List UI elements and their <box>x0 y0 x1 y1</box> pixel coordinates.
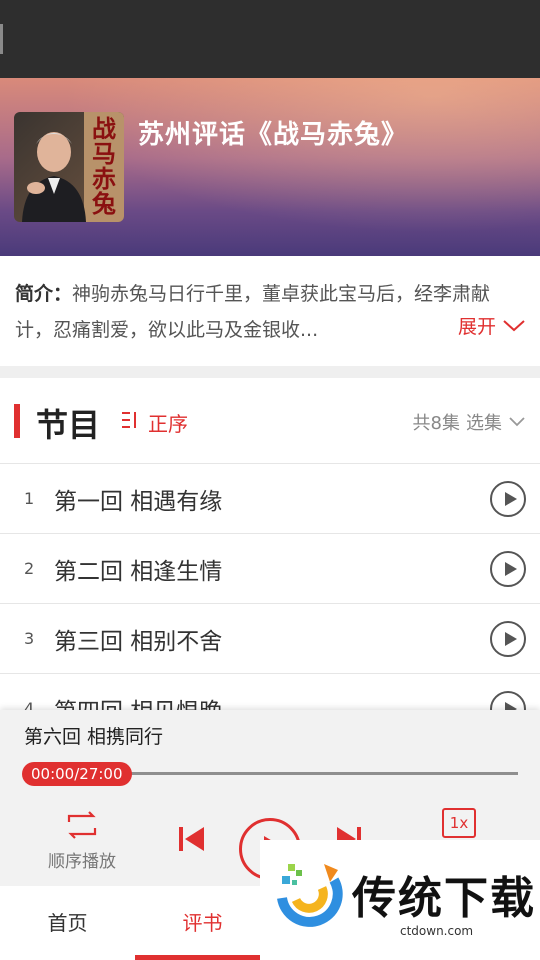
play-mode-button[interactable]: 顺序播放 <box>44 810 120 872</box>
repeat-icon <box>44 810 120 847</box>
watermark-url: ctdown.com <box>400 924 474 938</box>
section-marker <box>14 404 20 438</box>
status-bar <box>0 0 540 78</box>
episode-number: 2 <box>24 559 35 578</box>
album-title: 苏州评话《战马赤兔》 <box>138 120 409 150</box>
watermark: 传统下载 ctdown.com <box>260 840 540 960</box>
episode-number: 1 <box>24 489 35 508</box>
episode-count: 共8集 <box>412 413 460 434</box>
select-episode-button[interactable]: 选集 <box>466 409 526 435</box>
episode-title: 第一回 相遇有缘 <box>54 488 223 515</box>
play-circle-icon[interactable] <box>490 621 526 657</box>
speed-button[interactable]: 1x <box>442 808 476 838</box>
play-circle-icon[interactable] <box>490 551 526 587</box>
watermark-logo <box>277 864 343 927</box>
nav-home[interactable]: 首页 <box>0 886 135 960</box>
episode-row[interactable]: 1 第一回 相遇有缘 <box>0 464 540 534</box>
nav-pingshu[interactable]: 评书 <box>135 886 270 960</box>
previous-button[interactable] <box>176 824 208 854</box>
episode-number: 3 <box>24 629 35 648</box>
section-title: 节目 <box>36 406 101 444</box>
expand-button[interactable]: 展开 <box>451 312 526 339</box>
intro-text: 简介：神驹赤兔马日行千里，董卓获此宝马后，经李肃献计，忍痛割爱，欲以此马及金银收… <box>15 276 525 348</box>
back-indicator[interactable] <box>0 24 3 54</box>
now-playing-title: 第六回 相携同行 <box>24 726 164 748</box>
sort-label: 正序 <box>148 412 188 436</box>
play-circle-icon[interactable] <box>490 481 526 517</box>
expand-label: 展开 <box>457 316 496 338</box>
chevron-down-icon <box>509 417 525 427</box>
progress-time[interactable]: 00:00/27:00 <box>22 762 132 786</box>
play-mode-label: 顺序播放 <box>48 852 116 872</box>
select-episode-label: 选集 <box>466 413 502 434</box>
intro-label: 简介： <box>15 283 73 305</box>
album-cover: 战马赤兔 <box>14 112 124 222</box>
cover-title: 战马赤兔 <box>92 114 116 218</box>
intro-body: 神驹赤兔马日行千里，董卓获此宝马后，经李肃献计，忍痛割爱，欲以此马及金银收... <box>15 283 491 341</box>
skip-previous-icon <box>179 827 204 851</box>
chevron-down-icon <box>503 319 525 331</box>
episode-row[interactable]: 3 第三回 相别不舍 <box>0 604 540 674</box>
sort-button[interactable]: 正序 <box>120 408 188 437</box>
sort-icon <box>120 410 142 435</box>
program-header: 节目 正序 共8集 选集 <box>0 378 540 464</box>
episode-title: 第三回 相别不舍 <box>54 628 223 655</box>
episode-summary: 共8集 选集 <box>413 409 526 435</box>
album-header: 战马赤兔 苏州评话《战马赤兔》 <box>0 78 540 256</box>
watermark-brand: 传统下载 <box>352 873 536 924</box>
episode-title: 第二回 相逢生情 <box>54 558 223 585</box>
intro-section: 简介：神驹赤兔马日行千里，董卓获此宝马后，经李肃献计，忍痛割爱，欲以此马及金银收… <box>0 256 540 366</box>
episode-row[interactable]: 2 第二回 相逢生情 <box>0 534 540 604</box>
